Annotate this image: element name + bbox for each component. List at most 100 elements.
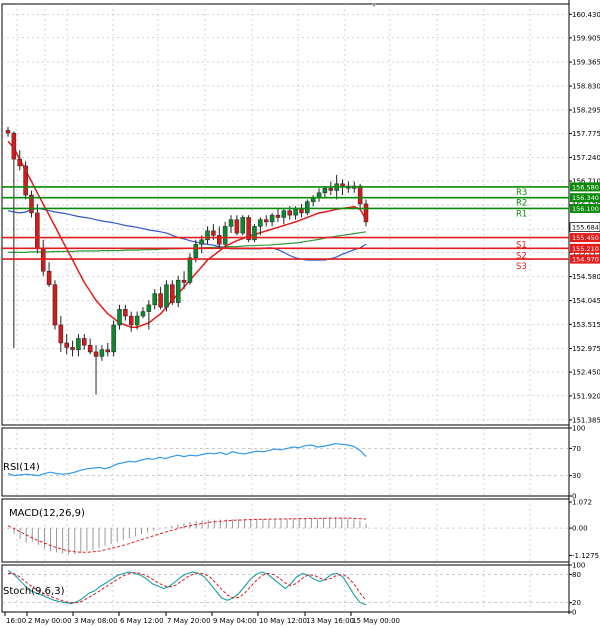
candle-body xyxy=(175,279,181,303)
price-tick-label: 152.450 xyxy=(572,369,600,377)
x-tick-label: 15 May 00:00 xyxy=(352,617,400,625)
candle-body xyxy=(93,351,99,357)
stoch-panel-label: Stoch(9,6,3) xyxy=(3,586,65,597)
stoch-tick-label: 0 xyxy=(572,609,576,617)
rsi-tick-label: 100 xyxy=(572,425,585,433)
candle-body xyxy=(222,226,228,245)
axis-background xyxy=(569,0,600,628)
candle-body xyxy=(170,284,175,303)
price-tick-label: 152.975 xyxy=(572,345,600,353)
candle-body xyxy=(70,347,75,350)
level-value-s1: 155.450 xyxy=(572,234,599,242)
x-tick-label: 16:00 xyxy=(6,617,26,625)
candle-body xyxy=(193,244,199,259)
candle-body xyxy=(134,315,140,326)
candle-body xyxy=(328,188,334,191)
price-tick-label: 157.775 xyxy=(572,130,600,138)
candle-body xyxy=(40,248,46,272)
x-tick-label: 7 May 20:00 xyxy=(167,617,211,625)
candle-body xyxy=(64,342,69,348)
candle-body xyxy=(23,165,28,196)
price-tick-label: 154.580 xyxy=(572,273,600,281)
rsi-tick-label: 30 xyxy=(572,472,581,480)
candle-body xyxy=(187,257,193,283)
candle-body xyxy=(5,130,11,134)
price-tick-label: 158.830 xyxy=(572,83,600,91)
price-tick-label: 151.385 xyxy=(572,416,600,424)
candle-body xyxy=(52,284,58,326)
candle-body xyxy=(123,309,128,317)
macd-tick-label: 1.072 xyxy=(572,499,592,507)
x-tick-label: 9 May 04:00 xyxy=(213,617,257,625)
candle-body xyxy=(105,349,111,353)
price-tick-label: 154.045 xyxy=(572,297,600,305)
x-tick-label: 10 May 12:00 xyxy=(259,617,307,625)
candle-body xyxy=(258,219,263,227)
current-price-value: 155.684 xyxy=(572,224,599,232)
level-label-r1: R1 xyxy=(516,209,527,219)
candle-body xyxy=(211,230,216,236)
candle-body xyxy=(82,338,87,346)
candle-body xyxy=(146,304,152,312)
x-tick-label: 6 May 12:00 xyxy=(120,617,164,625)
candle-body xyxy=(128,315,134,326)
macd-tick-label: 0.00 xyxy=(572,525,588,533)
candle-body xyxy=(316,192,322,198)
candle-body xyxy=(263,219,269,223)
price-tick-label: 153.515 xyxy=(572,321,600,329)
stoch-tick-label: 20 xyxy=(572,599,581,607)
candle-body xyxy=(234,219,240,234)
x-tick-label: 2 May 00:00 xyxy=(28,617,72,625)
price-tick-label: 160.430 xyxy=(572,11,600,19)
candle-body xyxy=(87,344,93,353)
price-tick-label: 159.905 xyxy=(572,34,600,42)
rsi-tick-label: 70 xyxy=(572,445,581,453)
candle-body xyxy=(305,201,310,214)
candle-body xyxy=(111,324,116,353)
x-tick-label: 13 May 16:00 xyxy=(306,617,354,625)
price-tick-label: 158.295 xyxy=(572,107,600,115)
candle-body xyxy=(357,185,363,205)
candle-body xyxy=(217,235,222,245)
candle-body xyxy=(76,338,81,350)
stoch-tick-label: 100 xyxy=(572,562,585,570)
price-tick-label: 159.365 xyxy=(572,59,600,67)
candle-body xyxy=(158,293,163,308)
level-value-s2: 155.210 xyxy=(572,245,599,253)
candle-body xyxy=(293,208,298,216)
level-value-s3: 154.970 xyxy=(572,256,599,264)
level-label-r3: R3 xyxy=(516,188,527,198)
candle-body xyxy=(117,309,122,326)
candle-body xyxy=(240,217,246,234)
candle-body xyxy=(17,158,22,167)
candle-body xyxy=(140,311,146,317)
stoch-tick-label: 80 xyxy=(572,571,581,579)
candle-body xyxy=(363,203,369,223)
candle-body xyxy=(35,212,40,250)
candle-body xyxy=(181,279,187,283)
candle-body xyxy=(205,230,210,241)
candle-body xyxy=(340,183,345,187)
candle-body xyxy=(58,324,64,344)
macd-panel-label: MACD(12,26,9) xyxy=(9,508,85,519)
level-value-r2: 156.340 xyxy=(572,194,599,202)
x-tick-label: 3 May 08:00 xyxy=(74,617,118,625)
candle-body xyxy=(322,188,328,194)
price-tick-label: 157.240 xyxy=(572,154,600,162)
level-value-r1: 156.100 xyxy=(572,205,599,213)
candle-body xyxy=(246,217,251,241)
candle-body xyxy=(152,293,157,306)
level-label-s3: S3 xyxy=(516,262,527,272)
chart-canvas: 160.430 159.905 159.365 158.830 158.295 157.7… xyxy=(1,0,600,628)
candle-body xyxy=(269,214,275,223)
candle-body xyxy=(11,132,17,160)
candle-body xyxy=(287,210,292,216)
candle-body xyxy=(199,239,204,245)
level-value-r3: 156.580 xyxy=(572,183,599,191)
candle-body xyxy=(46,270,52,285)
candle-body xyxy=(275,214,281,218)
price-tick-label: 151.920 xyxy=(572,392,600,400)
candle-body xyxy=(228,219,234,227)
candle-body xyxy=(164,284,169,308)
candle-body xyxy=(281,210,287,218)
